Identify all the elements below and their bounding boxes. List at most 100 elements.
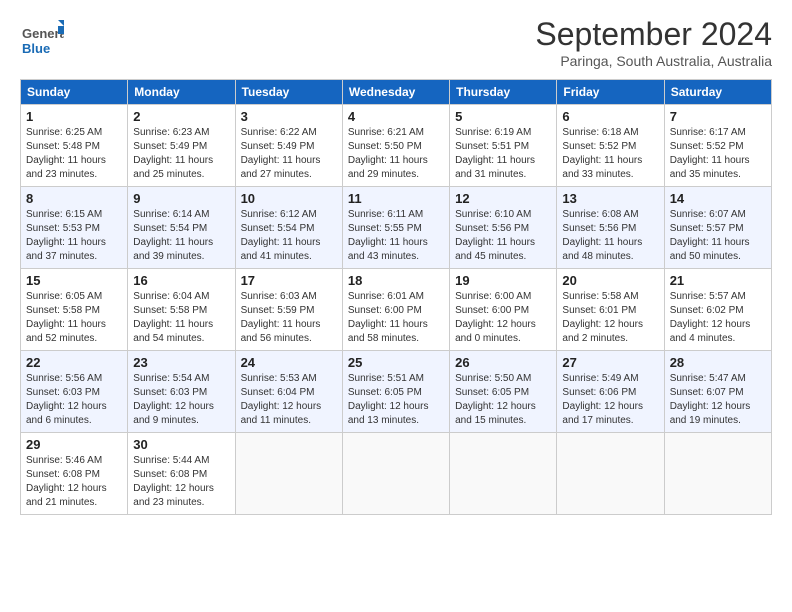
logo: General Blue [20, 16, 64, 60]
day-info: Sunrise: 6:15 AMSunset: 5:53 PMDaylight:… [26, 208, 122, 264]
calendar-cell: 22 Sunrise: 5:56 AMSunset: 6:03 PMDayligh… [21, 351, 128, 433]
calendar-cell: 24 Sunrise: 5:53 AMSunset: 6:04 PMDayligh… [235, 351, 342, 433]
day-info: Sunrise: 6:21 AMSunset: 5:50 PMDaylight:… [348, 126, 444, 182]
day-number: 7 [670, 109, 766, 124]
column-header-saturday: Saturday [664, 80, 771, 105]
day-info: Sunrise: 6:00 AMSunset: 6:00 PMDaylight:… [455, 290, 551, 346]
day-info: Sunrise: 6:18 AMSunset: 5:52 PMDaylight:… [562, 126, 658, 182]
calendar-cell: 16Sunrise: 6:04 AMSunset: 5:58 PMDayligh… [128, 269, 235, 351]
day-info: Sunrise: 6:07 AMSunset: 5:57 PMDaylight:… [670, 208, 766, 264]
day-number: 4 [348, 109, 444, 124]
calendar-cell: 15Sunrise: 6:05 AMSunset: 5:58 PMDayligh… [21, 269, 128, 351]
calendar-cell: 23 Sunrise: 5:54 AMSunset: 6:03 PMDayligh… [128, 351, 235, 433]
day-info: Sunrise: 5:46 AMSunset: 6:08 PMDaylight:… [26, 454, 122, 510]
day-number: 27 [562, 355, 658, 370]
column-header-thursday: Thursday [450, 80, 557, 105]
svg-text:General: General [22, 26, 64, 41]
calendar-cell: 26 Sunrise: 5:50 AMSunset: 6:05 PMDayligh… [450, 351, 557, 433]
day-info: Sunrise: 5:54 AMSunset: 6:03 PMDaylight:… [133, 372, 229, 428]
calendar-week-row: 15Sunrise: 6:05 AMSunset: 5:58 PMDayligh… [21, 269, 772, 351]
calendar-cell: 20Sunrise: 5:58 AMSunset: 6:01 PMDayligh… [557, 269, 664, 351]
calendar-cell: 5Sunrise: 6:19 AMSunset: 5:51 PMDaylight… [450, 105, 557, 187]
day-number: 17 [241, 273, 337, 288]
day-number: 14 [670, 191, 766, 206]
day-info: Sunrise: 5:53 AMSunset: 6:04 PMDaylight:… [241, 372, 337, 428]
day-number: 1 [26, 109, 122, 124]
day-number: 26 [455, 355, 551, 370]
day-number: 22 [26, 355, 122, 370]
calendar-cell: 3 Sunrise: 6:22 AMSunset: 5:49 PMDaylight… [235, 105, 342, 187]
day-info: Sunrise: 6:12 AMSunset: 5:54 PMDaylight:… [241, 208, 337, 264]
day-info: Sunrise: 6:14 AMSunset: 5:54 PMDaylight:… [133, 208, 229, 264]
day-number: 8 [26, 191, 122, 206]
day-info: Sunrise: 6:11 AMSunset: 5:55 PMDaylight:… [348, 208, 444, 264]
title-block: September 2024 Paringa, South Australia,… [535, 16, 772, 69]
calendar-cell: 7 Sunrise: 6:17 AMSunset: 5:52 PMDaylight… [664, 105, 771, 187]
column-header-monday: Monday [128, 80, 235, 105]
calendar-cell: 21 Sunrise: 5:57 AMSunset: 6:02 PMDayligh… [664, 269, 771, 351]
day-info: Sunrise: 6:01 AMSunset: 6:00 PMDaylight:… [348, 290, 444, 346]
column-header-wednesday: Wednesday [342, 80, 449, 105]
calendar-cell [235, 433, 342, 515]
day-info: Sunrise: 6:22 AMSunset: 5:49 PMDaylight:… [241, 126, 337, 182]
day-number: 6 [562, 109, 658, 124]
calendar-cell: 18 Sunrise: 6:01 AMSunset: 6:00 PMDayligh… [342, 269, 449, 351]
calendar-table: SundayMondayTuesdayWednesdayThursdayFrid… [20, 79, 772, 515]
day-info: Sunrise: 6:08 AMSunset: 5:56 PMDaylight:… [562, 208, 658, 264]
day-number: 13 [562, 191, 658, 206]
calendar-cell: 29 Sunrise: 5:46 AMSunset: 6:08 PMDayligh… [21, 433, 128, 515]
day-number: 5 [455, 109, 551, 124]
day-info: Sunrise: 6:23 AMSunset: 5:49 PMDaylight:… [133, 126, 229, 182]
svg-text:Blue: Blue [22, 41, 50, 56]
day-info: Sunrise: 5:47 AMSunset: 6:07 PMDaylight:… [670, 372, 766, 428]
calendar-cell: 13 Sunrise: 6:08 AMSunset: 5:56 PMDayligh… [557, 187, 664, 269]
logo-icon: General Blue [20, 16, 64, 60]
day-info: Sunrise: 5:44 AMSunset: 6:08 PMDaylight:… [133, 454, 229, 510]
column-header-tuesday: Tuesday [235, 80, 342, 105]
calendar-cell [450, 433, 557, 515]
day-info: Sunrise: 5:57 AMSunset: 6:02 PMDaylight:… [670, 290, 766, 346]
day-info: Sunrise: 5:50 AMSunset: 6:05 PMDaylight:… [455, 372, 551, 428]
calendar-cell: 25 Sunrise: 5:51 AMSunset: 6:05 PMDayligh… [342, 351, 449, 433]
column-header-friday: Friday [557, 80, 664, 105]
day-number: 23 [133, 355, 229, 370]
day-number: 20 [562, 273, 658, 288]
calendar-week-row: 1Sunrise: 6:25 AMSunset: 5:48 PMDaylight… [21, 105, 772, 187]
calendar-week-row: 8 Sunrise: 6:15 AMSunset: 5:53 PMDaylight… [21, 187, 772, 269]
day-number: 12 [455, 191, 551, 206]
day-number: 3 [241, 109, 337, 124]
calendar-cell: 17 Sunrise: 6:03 AMSunset: 5:59 PMDayligh… [235, 269, 342, 351]
day-number: 2 [133, 109, 229, 124]
day-info: Sunrise: 6:03 AMSunset: 5:59 PMDaylight:… [241, 290, 337, 346]
calendar-cell: 10Sunrise: 6:12 AMSunset: 5:54 PMDayligh… [235, 187, 342, 269]
day-number: 21 [670, 273, 766, 288]
page-header: General Blue September 2024 Paringa, Sou… [20, 16, 772, 69]
day-info: Sunrise: 5:56 AMSunset: 6:03 PMDaylight:… [26, 372, 122, 428]
day-number: 16 [133, 273, 229, 288]
calendar-cell: 8 Sunrise: 6:15 AMSunset: 5:53 PMDaylight… [21, 187, 128, 269]
day-number: 19 [455, 273, 551, 288]
month-title: September 2024 [535, 16, 772, 53]
calendar-cell: 14 Sunrise: 6:07 AMSunset: 5:57 PMDayligh… [664, 187, 771, 269]
calendar-cell [664, 433, 771, 515]
location-title: Paringa, South Australia, Australia [535, 53, 772, 69]
calendar-cell: 9Sunrise: 6:14 AMSunset: 5:54 PMDaylight… [128, 187, 235, 269]
day-number: 25 [348, 355, 444, 370]
day-number: 28 [670, 355, 766, 370]
calendar-header-row: SundayMondayTuesdayWednesdayThursdayFrid… [21, 80, 772, 105]
day-info: Sunrise: 5:51 AMSunset: 6:05 PMDaylight:… [348, 372, 444, 428]
calendar-cell: 27 Sunrise: 5:49 AMSunset: 6:06 PMDayligh… [557, 351, 664, 433]
day-number: 18 [348, 273, 444, 288]
calendar-cell: 30 Sunrise: 5:44 AMSunset: 6:08 PMDayligh… [128, 433, 235, 515]
calendar-cell: 6 Sunrise: 6:18 AMSunset: 5:52 PMDaylight… [557, 105, 664, 187]
calendar-week-row: 29 Sunrise: 5:46 AMSunset: 6:08 PMDayligh… [21, 433, 772, 515]
calendar-cell: 28 Sunrise: 5:47 AMSunset: 6:07 PMDayligh… [664, 351, 771, 433]
day-info: Sunrise: 6:05 AMSunset: 5:58 PMDaylight:… [26, 290, 122, 346]
day-info: Sunrise: 5:49 AMSunset: 6:06 PMDaylight:… [562, 372, 658, 428]
day-number: 30 [133, 437, 229, 452]
calendar-cell: 1Sunrise: 6:25 AMSunset: 5:48 PMDaylight… [21, 105, 128, 187]
day-info: Sunrise: 6:17 AMSunset: 5:52 PMDaylight:… [670, 126, 766, 182]
day-number: 29 [26, 437, 122, 452]
day-number: 24 [241, 355, 337, 370]
calendar-cell [557, 433, 664, 515]
